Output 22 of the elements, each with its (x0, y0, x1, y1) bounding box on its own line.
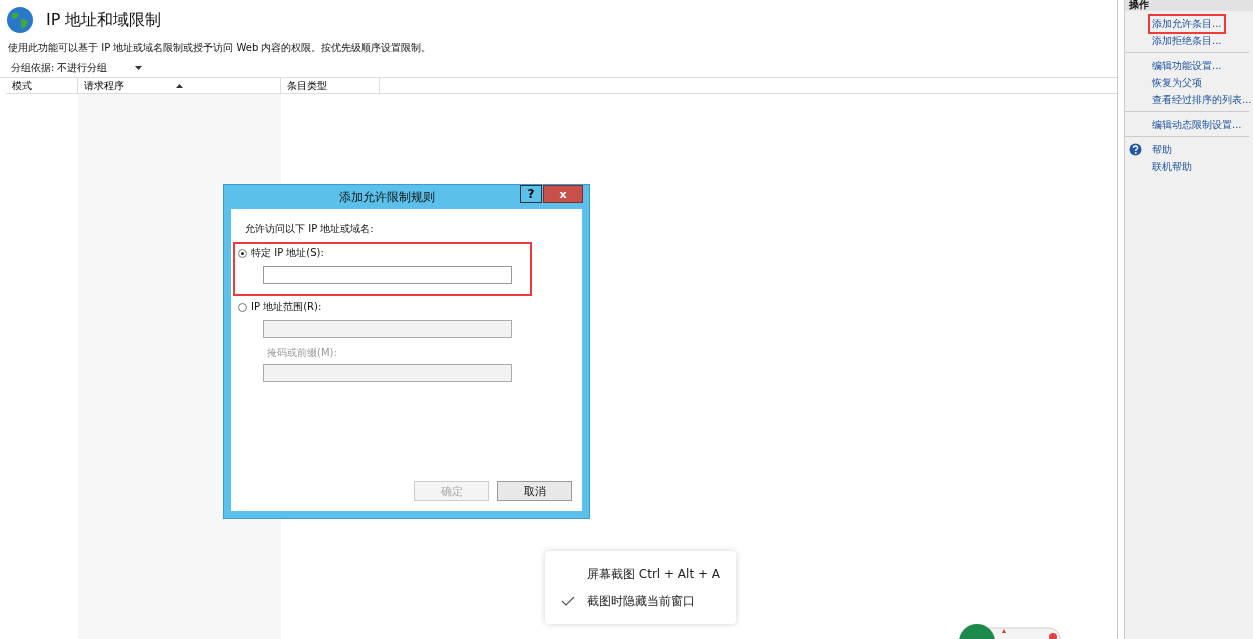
help-button[interactable]: ? (520, 185, 542, 203)
page-title: IP 地址和域限制 (46, 9, 162, 31)
caret-icon (135, 66, 143, 70)
group-by-label: 分组依据: (11, 61, 55, 75)
dialog-title: 添加允许限制规则 (338, 188, 436, 206)
action-link[interactable]: 添加允许条目... (1148, 13, 1226, 34)
input-field[interactable] (263, 266, 512, 284)
menu-item[interactable]: 屏幕截图 Ctrl + Alt + A (561, 565, 736, 583)
help-icon (1129, 143, 1142, 156)
group-by-dropdown[interactable]: 不进行分组 (57, 61, 143, 75)
sort-arrow-icon (176, 83, 183, 88)
close-button[interactable]: x (543, 185, 583, 203)
globe-icon (6, 6, 34, 34)
menu-item[interactable]: 截图时隐藏当前窗口 (561, 592, 736, 610)
action-link[interactable]: 编辑动态限制设置... (1148, 114, 1246, 135)
radio-label: 特定 IP 地址(S): (251, 246, 324, 260)
dialog-button[interactable]: 取消 (497, 481, 572, 501)
dialog-prompt: 允许访问以下 IP 地址或域名: (245, 222, 375, 236)
actions-title: 操作 (1125, 0, 1253, 11)
radio-label: IP 地址范围(R): (251, 300, 322, 314)
field-label: 掩码或前缀(M): (267, 346, 338, 360)
page-description: 使用此功能可以基于 IP 地址或域名限制或授予访问 Web 内容的权限。按优先级顺序设置限制。 (7, 41, 433, 55)
